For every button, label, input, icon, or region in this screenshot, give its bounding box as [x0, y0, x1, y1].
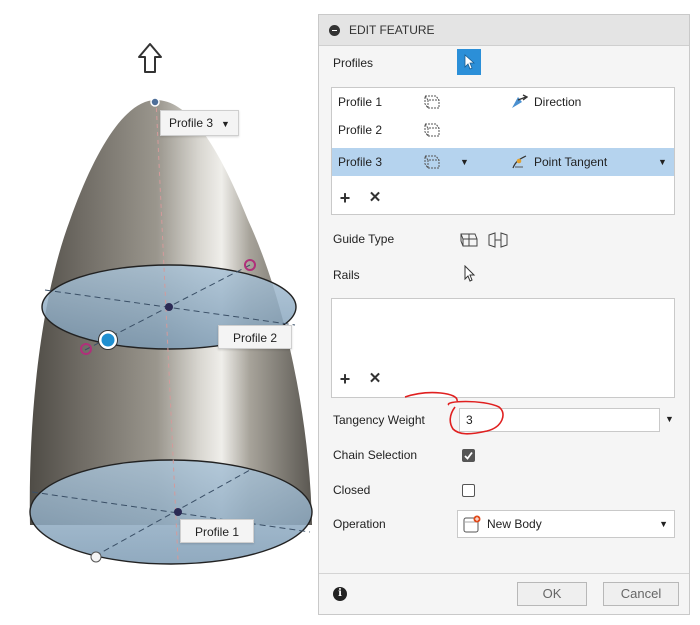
profile-row-1[interactable]: Profile 1 Direction: [332, 88, 674, 116]
point-tangent-option[interactable]: Point Tangent: [510, 154, 607, 170]
remove-icon[interactable]: ✕: [368, 188, 382, 209]
chain-selection-label: Chain Selection: [333, 448, 418, 462]
ok-button[interactable]: OK: [517, 582, 587, 606]
profiles-label: Profiles: [333, 56, 374, 70]
tag-label: Profile 2: [232, 331, 278, 345]
condition-label: Point Tangent: [534, 155, 608, 169]
centerline-icon[interactable]: [487, 231, 509, 249]
chevron-down-icon[interactable]: ▼: [665, 414, 674, 424]
profile-name: Profile 2: [338, 123, 383, 137]
viewport-tag-profile-2[interactable]: Profile 2: [218, 325, 292, 349]
operation-value: New Body: [487, 517, 542, 531]
panel-title: EDIT FEATURE: [349, 23, 435, 37]
remove-icon[interactable]: ✕: [368, 369, 382, 390]
cancel-button[interactable]: Cancel: [603, 582, 679, 606]
profiles-list: Profile 1 Direction Profile 2 Profile 3 …: [331, 87, 675, 215]
point-tangent-icon: [512, 155, 527, 169]
profile-condition-icon[interactable]: [422, 154, 442, 170]
profile-name: Profile 3: [338, 155, 383, 169]
red-annotation-circle: [404, 391, 504, 435]
profile-1-center-point[interactable]: [174, 508, 182, 516]
profile-1-edge-point[interactable]: [90, 551, 102, 563]
panel-header[interactable]: EDIT FEATURE: [319, 15, 689, 46]
rails-select-cursor-icon[interactable]: [463, 265, 477, 283]
closed-row: Closed: [333, 478, 370, 502]
collapse-icon[interactable]: [329, 24, 340, 36]
chevron-down-icon[interactable]: ▼: [658, 157, 667, 167]
new-body-icon: [463, 515, 481, 533]
add-icon[interactable]: +: [338, 369, 352, 390]
profiles-add-remove: + ✕: [338, 188, 382, 209]
tag-label: Profile 3: [169, 116, 214, 130]
profile-2-selected-point[interactable]: [98, 330, 118, 350]
guide-rails-icon[interactable]: [459, 231, 479, 249]
edit-feature-panel: EDIT FEATURE Profiles Profile 1 Directio…: [318, 14, 690, 615]
direction-icon: [512, 94, 528, 108]
chevron-down-icon: ▼: [659, 519, 668, 529]
chain-selection-row: Chain Selection: [333, 443, 417, 467]
chain-selection-checkbox[interactable]: [462, 449, 475, 462]
condition-label: Direction: [534, 95, 582, 109]
viewport-tag-profile-3[interactable]: Profile 3 ▼: [160, 110, 239, 136]
profile-row-3[interactable]: Profile 3 ▼ Point Tangent ▼: [332, 148, 674, 176]
closed-label: Closed: [333, 483, 371, 497]
rails-add-remove: + ✕: [338, 369, 382, 390]
cursor-icon: [464, 54, 475, 70]
profiles-select-button[interactable]: [457, 49, 481, 75]
add-icon[interactable]: +: [338, 188, 352, 209]
checkmark-icon: [464, 451, 473, 460]
profile-3-point[interactable]: [150, 97, 160, 107]
profile-condition-icon[interactable]: [422, 94, 442, 110]
rails-list: + ✕: [331, 298, 675, 398]
guide-type-label: Guide Type: [333, 232, 395, 246]
chevron-down-icon[interactable]: ▼: [460, 157, 469, 167]
direction-arrow-icon[interactable]: [138, 43, 162, 73]
rails-label: Rails: [333, 268, 360, 282]
profile-condition-icon[interactable]: [422, 122, 442, 138]
chevron-down-icon: ▼: [221, 119, 230, 129]
info-icon[interactable]: i: [333, 587, 347, 601]
profile-2-center-point[interactable]: [165, 303, 173, 311]
direction-option[interactable]: Direction: [510, 94, 581, 110]
guide-type-row: Guide Type: [333, 227, 394, 251]
profile-name: Profile 1: [338, 95, 383, 109]
closed-checkbox[interactable]: [462, 484, 475, 497]
rails-row: Rails: [333, 263, 360, 287]
tag-label: Profile 1: [194, 525, 240, 539]
viewport-tag-profile-1[interactable]: Profile 1: [180, 519, 254, 543]
operation-select[interactable]: New Body ▼: [457, 510, 675, 538]
operation-row: Operation: [333, 512, 386, 536]
panel-footer: i OK Cancel: [319, 573, 689, 614]
operation-label: Operation: [333, 517, 386, 531]
profiles-row: Profiles: [333, 51, 373, 75]
profile-row-2[interactable]: Profile 2: [332, 116, 674, 144]
